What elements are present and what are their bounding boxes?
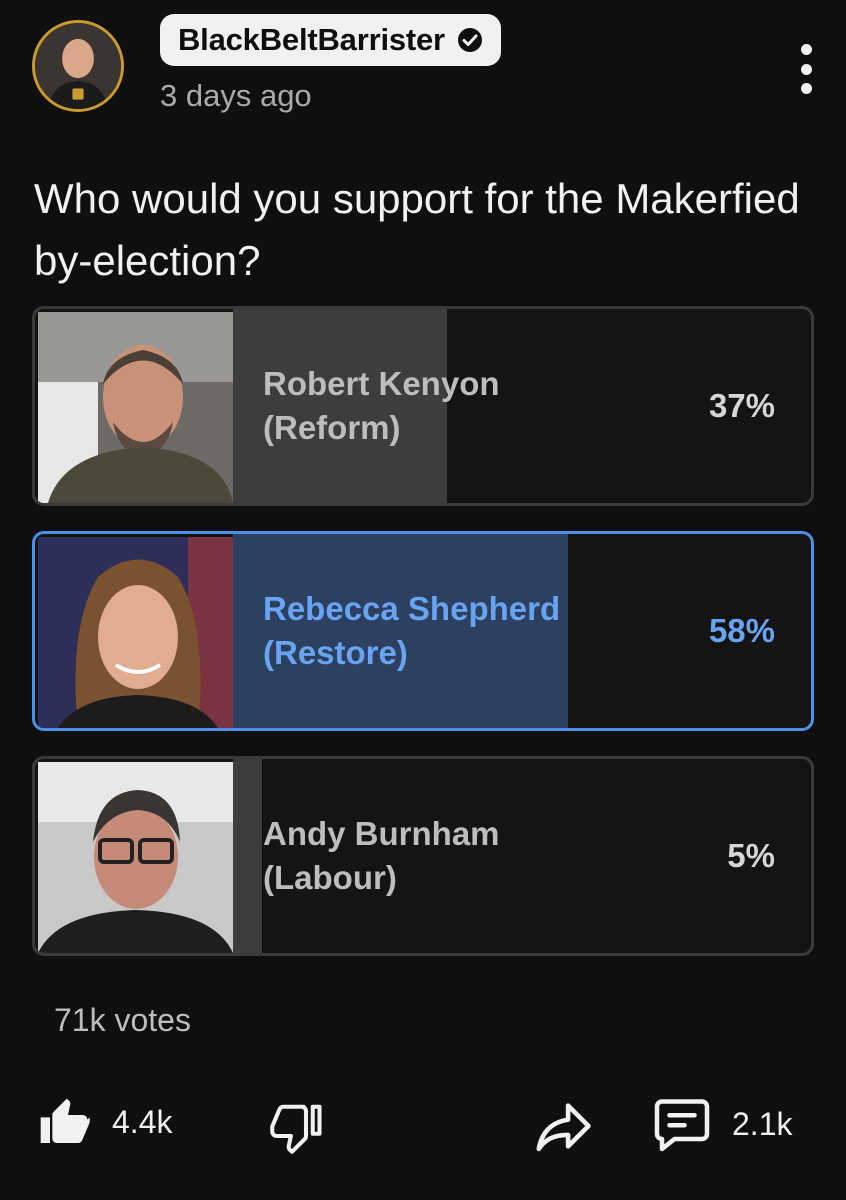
candidate-photo <box>38 762 233 953</box>
comment-bubble-icon <box>654 1099 710 1152</box>
thumbs-up-filled-icon <box>40 1098 90 1143</box>
poll-option-fill <box>233 759 262 953</box>
action-bar: 4.4k 2.1k <box>0 1090 846 1160</box>
like-count: 4.4k <box>112 1103 173 1140</box>
poll-question: Who would you support for the Makerfied … <box>34 175 800 284</box>
channel-name-badge[interactable]: BlackBeltBarrister <box>160 14 501 66</box>
post-timestamp: 3 days ago <box>160 78 312 113</box>
poll-option-label: Rebecca Shepherd (Restore) <box>263 590 561 671</box>
comment-button[interactable]: 2.1k <box>652 1094 792 1154</box>
poll-option-label: Robert Kenyon (Reform) <box>263 365 500 446</box>
channel-avatar[interactable] <box>32 20 124 112</box>
poll-option-percent: 5% <box>727 837 775 874</box>
vertical-ellipsis-icon[interactable] <box>798 44 814 94</box>
share-button[interactable] <box>532 1098 594 1154</box>
share-arrow-icon <box>536 1103 591 1152</box>
candidate-photo <box>38 537 233 728</box>
poll-option-3[interactable]: Andy Burnham (Labour) 5% <box>32 756 814 956</box>
vote-count: 71k votes <box>54 1002 191 1038</box>
channel-name[interactable]: BlackBeltBarrister <box>178 22 445 58</box>
comment-count: 2.1k <box>732 1105 793 1142</box>
like-button[interactable]: 4.4k <box>36 1094 172 1150</box>
poll-option-percent: 37% <box>708 387 775 424</box>
candidate-photo <box>38 312 233 503</box>
poll-option-2[interactable]: Rebecca Shepherd (Restore) 58% <box>32 531 814 731</box>
dislike-button[interactable] <box>270 1100 324 1154</box>
poll-option-percent: 58% <box>708 612 775 649</box>
thumbs-down-outline-icon <box>270 1104 322 1154</box>
poll-option-label: Andy Burnham (Labour) <box>263 815 500 896</box>
poll-option-1[interactable]: Robert Kenyon (Reform) 37% <box>32 306 814 506</box>
verified-check-icon <box>455 25 485 55</box>
